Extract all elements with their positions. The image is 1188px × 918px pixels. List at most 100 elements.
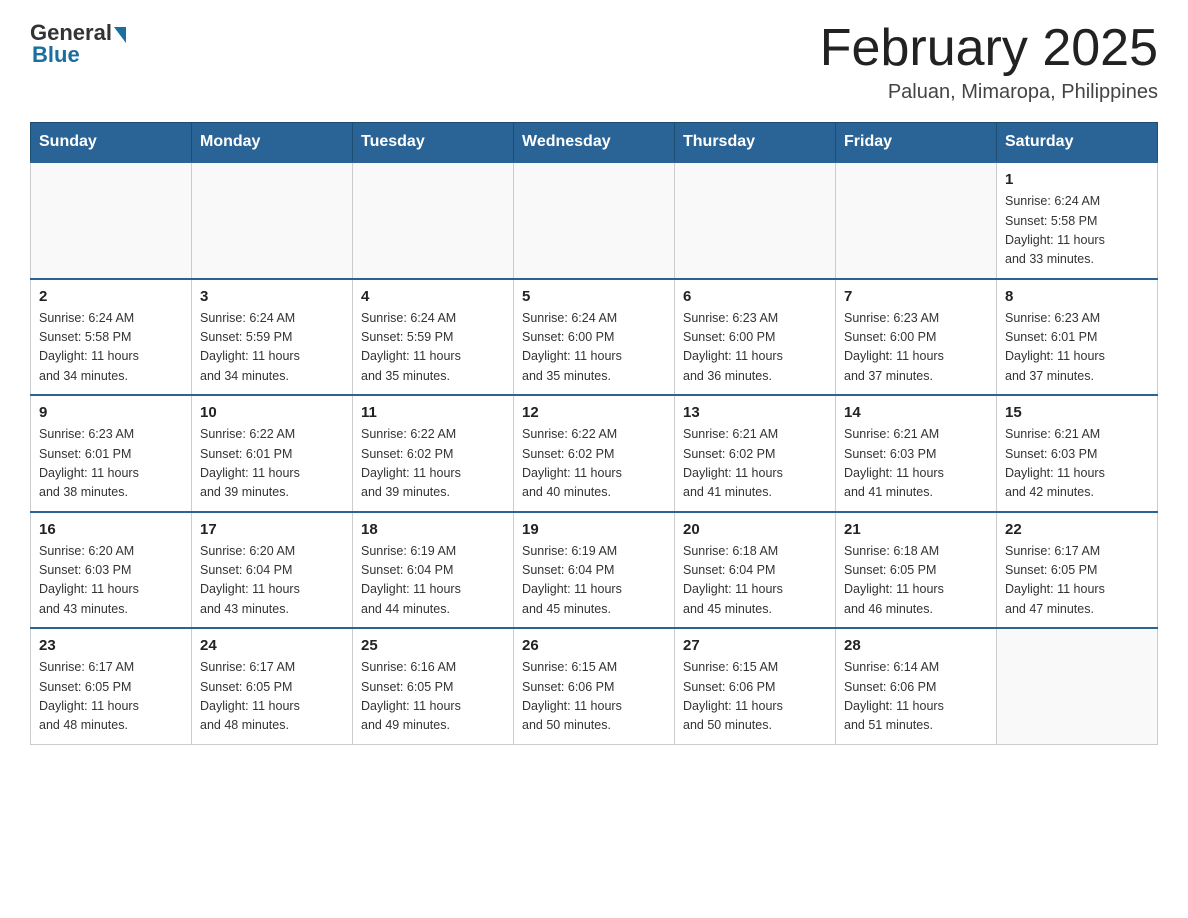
day-number: 8: [1005, 288, 1149, 305]
logo-blue-text: Blue: [32, 42, 80, 68]
calendar-cell: 21Sunrise: 6:18 AMSunset: 6:05 PMDayligh…: [836, 512, 997, 629]
week-row-4: 16Sunrise: 6:20 AMSunset: 6:03 PMDayligh…: [31, 512, 1158, 629]
day-info: Sunrise: 6:23 AMSunset: 6:00 PMDaylight:…: [844, 309, 988, 387]
day-info: Sunrise: 6:23 AMSunset: 6:01 PMDaylight:…: [39, 425, 183, 503]
day-number: 14: [844, 404, 988, 421]
calendar-header-monday: Monday: [192, 123, 353, 163]
day-number: 26: [522, 637, 666, 654]
calendar-table: SundayMondayTuesdayWednesdayThursdayFrid…: [30, 122, 1158, 745]
day-info: Sunrise: 6:24 AMSunset: 5:59 PMDaylight:…: [361, 309, 505, 387]
day-info: Sunrise: 6:24 AMSunset: 5:58 PMDaylight:…: [1005, 192, 1149, 270]
calendar-cell: 16Sunrise: 6:20 AMSunset: 6:03 PMDayligh…: [31, 512, 192, 629]
day-info: Sunrise: 6:21 AMSunset: 6:03 PMDaylight:…: [844, 425, 988, 503]
day-number: 2: [39, 288, 183, 305]
calendar-header-saturday: Saturday: [997, 123, 1158, 163]
calendar-cell: [675, 162, 836, 279]
day-number: 18: [361, 521, 505, 538]
calendar-cell: 15 Sunrise: 6:21 AMSunset: 6:03 PMDayligh…: [997, 395, 1158, 512]
day-info: Sunrise: 6:20 AMSunset: 6:03 PMDaylight:…: [39, 542, 183, 620]
day-info: Sunrise: 6:24 AMSunset: 6:00 PMDaylight:…: [522, 309, 666, 387]
day-info: Sunrise: 6:19 AMSunset: 6:04 PMDaylight:…: [361, 542, 505, 620]
day-number: 4: [361, 288, 505, 305]
day-number: 10: [200, 404, 344, 421]
location-subtitle: Paluan, Mimaropa, Philippines: [820, 81, 1158, 104]
day-number: 12: [522, 404, 666, 421]
month-title: February 2025: [820, 20, 1158, 77]
calendar-cell: 24Sunrise: 6:17 AMSunset: 6:05 PMDayligh…: [192, 628, 353, 744]
day-number: 19: [522, 521, 666, 538]
calendar-cell: 11 Sunrise: 6:22 AMSunset: 6:02 PMDayligh…: [353, 395, 514, 512]
day-info: Sunrise: 6:17 AMSunset: 6:05 PMDaylight:…: [39, 658, 183, 736]
calendar-cell: 25 Sunrise: 6:16 AMSunset: 6:05 PMDayligh…: [353, 628, 514, 744]
day-number: 21: [844, 521, 988, 538]
calendar-header-wednesday: Wednesday: [514, 123, 675, 163]
calendar-cell: 12 Sunrise: 6:22 AMSunset: 6:02 PMDayligh…: [514, 395, 675, 512]
page-header: General Blue February 2025 Paluan, Mimar…: [30, 20, 1158, 104]
calendar-cell: [997, 628, 1158, 744]
calendar-header-thursday: Thursday: [675, 123, 836, 163]
day-info: Sunrise: 6:16 AMSunset: 6:05 PMDaylight:…: [361, 658, 505, 736]
calendar-cell: 26 Sunrise: 6:15 AMSunset: 6:06 PMDayligh…: [514, 628, 675, 744]
day-number: 17: [200, 521, 344, 538]
week-row-5: 23 Sunrise: 6:17 AMSunset: 6:05 PMDayligh…: [31, 628, 1158, 744]
calendar-cell: 23 Sunrise: 6:17 AMSunset: 6:05 PMDayligh…: [31, 628, 192, 744]
day-info: Sunrise: 6:23 AMSunset: 6:01 PMDaylight:…: [1005, 309, 1149, 387]
day-info: Sunrise: 6:21 AMSunset: 6:03 PMDaylight:…: [1005, 425, 1149, 503]
calendar-cell: 3 Sunrise: 6:24 AMSunset: 5:59 PMDaylight…: [192, 279, 353, 396]
week-row-3: 9 Sunrise: 6:23 AMSunset: 6:01 PMDaylight…: [31, 395, 1158, 512]
day-number: 27: [683, 637, 827, 654]
day-info: Sunrise: 6:22 AMSunset: 6:01 PMDaylight:…: [200, 425, 344, 503]
day-number: 11: [361, 404, 505, 421]
calendar-cell: [353, 162, 514, 279]
calendar-header-row: SundayMondayTuesdayWednesdayThursdayFrid…: [31, 123, 1158, 163]
day-number: 1: [1005, 171, 1149, 188]
calendar-cell: 14 Sunrise: 6:21 AMSunset: 6:03 PMDayligh…: [836, 395, 997, 512]
calendar-cell: 27Sunrise: 6:15 AMSunset: 6:06 PMDayligh…: [675, 628, 836, 744]
day-number: 20: [683, 521, 827, 538]
calendar-cell: [836, 162, 997, 279]
day-number: 25: [361, 637, 505, 654]
calendar-cell: 2 Sunrise: 6:24 AMSunset: 5:58 PMDaylight…: [31, 279, 192, 396]
calendar-cell: 20 Sunrise: 6:18 AMSunset: 6:04 PMDayligh…: [675, 512, 836, 629]
logo-arrow-icon: [114, 27, 126, 43]
day-number: 6: [683, 288, 827, 305]
day-info: Sunrise: 6:19 AMSunset: 6:04 PMDaylight:…: [522, 542, 666, 620]
day-number: 9: [39, 404, 183, 421]
calendar-cell: 18 Sunrise: 6:19 AMSunset: 6:04 PMDayligh…: [353, 512, 514, 629]
day-info: Sunrise: 6:24 AMSunset: 5:59 PMDaylight:…: [200, 309, 344, 387]
logo: General Blue: [30, 20, 126, 68]
day-number: 5: [522, 288, 666, 305]
day-info: Sunrise: 6:15 AMSunset: 6:06 PMDaylight:…: [522, 658, 666, 736]
calendar-cell: 13 Sunrise: 6:21 AMSunset: 6:02 PMDayligh…: [675, 395, 836, 512]
calendar-cell: 22Sunrise: 6:17 AMSunset: 6:05 PMDayligh…: [997, 512, 1158, 629]
calendar-cell: 8 Sunrise: 6:23 AMSunset: 6:01 PMDaylight…: [997, 279, 1158, 396]
calendar-cell: 28 Sunrise: 6:14 AMSunset: 6:06 PMDayligh…: [836, 628, 997, 744]
calendar-cell: 10 Sunrise: 6:22 AMSunset: 6:01 PMDayligh…: [192, 395, 353, 512]
week-row-2: 2 Sunrise: 6:24 AMSunset: 5:58 PMDaylight…: [31, 279, 1158, 396]
calendar-header-friday: Friday: [836, 123, 997, 163]
calendar-cell: 19 Sunrise: 6:19 AMSunset: 6:04 PMDayligh…: [514, 512, 675, 629]
day-info: Sunrise: 6:18 AMSunset: 6:04 PMDaylight:…: [683, 542, 827, 620]
calendar-cell: 6 Sunrise: 6:23 AMSunset: 6:00 PMDaylight…: [675, 279, 836, 396]
calendar-cell: 9 Sunrise: 6:23 AMSunset: 6:01 PMDaylight…: [31, 395, 192, 512]
week-row-1: 1 Sunrise: 6:24 AMSunset: 5:58 PMDaylight…: [31, 162, 1158, 279]
day-info: Sunrise: 6:22 AMSunset: 6:02 PMDaylight:…: [361, 425, 505, 503]
calendar-cell: 4 Sunrise: 6:24 AMSunset: 5:59 PMDaylight…: [353, 279, 514, 396]
calendar-header-tuesday: Tuesday: [353, 123, 514, 163]
day-number: 28: [844, 637, 988, 654]
calendar-cell: [514, 162, 675, 279]
day-number: 24: [200, 637, 344, 654]
day-info: Sunrise: 6:14 AMSunset: 6:06 PMDaylight:…: [844, 658, 988, 736]
day-number: 3: [200, 288, 344, 305]
day-info: Sunrise: 6:24 AMSunset: 5:58 PMDaylight:…: [39, 309, 183, 387]
calendar-cell: [192, 162, 353, 279]
calendar-cell: 17Sunrise: 6:20 AMSunset: 6:04 PMDayligh…: [192, 512, 353, 629]
day-number: 13: [683, 404, 827, 421]
day-number: 15: [1005, 404, 1149, 421]
calendar-cell: 7Sunrise: 6:23 AMSunset: 6:00 PMDaylight…: [836, 279, 997, 396]
title-area: February 2025 Paluan, Mimaropa, Philippi…: [820, 20, 1158, 104]
day-info: Sunrise: 6:21 AMSunset: 6:02 PMDaylight:…: [683, 425, 827, 503]
day-info: Sunrise: 6:23 AMSunset: 6:00 PMDaylight:…: [683, 309, 827, 387]
day-info: Sunrise: 6:22 AMSunset: 6:02 PMDaylight:…: [522, 425, 666, 503]
day-number: 23: [39, 637, 183, 654]
